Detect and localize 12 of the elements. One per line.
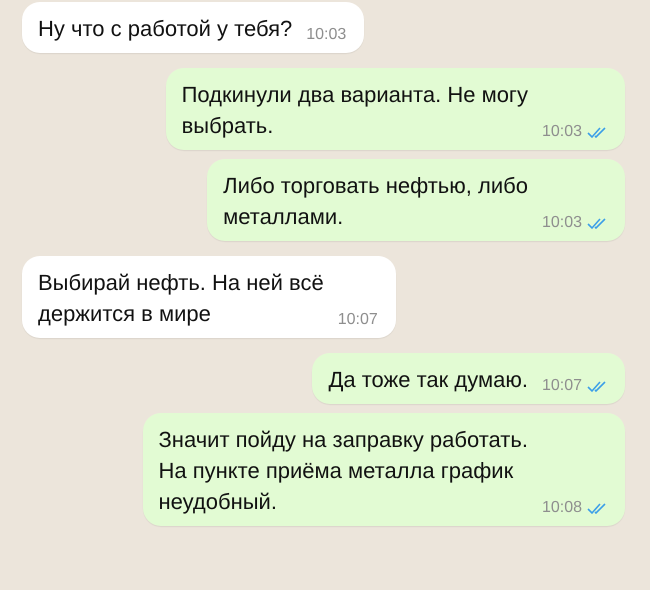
message-text: Либо торговать нефтью, либо металлами. xyxy=(223,172,528,231)
message-text: Выбирай нефть. На ней всё держится в мире xyxy=(38,269,324,328)
message-time: 10:08 xyxy=(542,500,582,516)
message-time: 10:07 xyxy=(542,378,582,394)
message-text: Ну что с работой у тебя? xyxy=(38,15,292,43)
message-time: 10:03 xyxy=(306,27,346,43)
message-text: Значит пойду на заправку работать. На пункте приёма металла график неудобный. xyxy=(158,426,528,516)
message-text: Да тоже так думаю. xyxy=(328,366,528,394)
message-text: Подкинули два варианта. Не могу выбрать. xyxy=(182,81,528,140)
message-time: 10:07 xyxy=(338,312,378,328)
message-time: 10:03 xyxy=(542,215,582,231)
message-time: 10:03 xyxy=(542,124,582,140)
